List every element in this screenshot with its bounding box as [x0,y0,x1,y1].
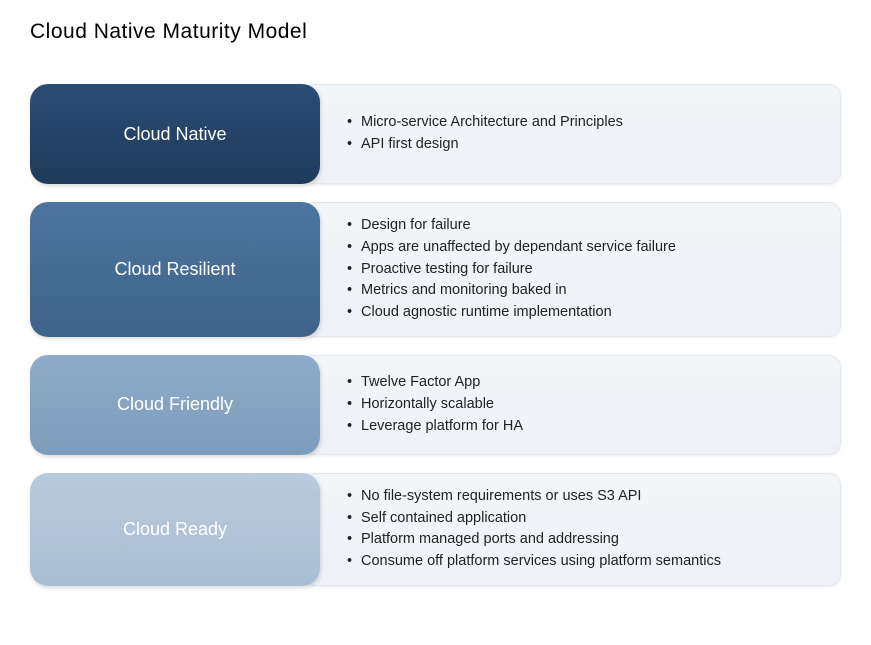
bullet-item: Metrics and monitoring baked in [347,280,676,302]
bullet-item: Leverage platform for HA [347,416,523,438]
bullet-item: Cloud agnostic runtime implementation [347,302,676,324]
level-description: No file-system requirements or uses S3 A… [302,473,841,586]
maturity-row: Cloud ResilientDesign for failureApps ar… [30,202,841,337]
level-label: Cloud Friendly [30,355,320,455]
maturity-row: Cloud Native Micro-service Architecture a… [30,84,841,184]
bullet-item: Design for failure [347,215,676,237]
bullet-item: Micro-service Architecture and Principle… [347,112,623,134]
level-description: Micro-service Architecture and Principle… [302,84,841,184]
bullet-item: Platform managed ports and addressing [347,529,721,551]
bullet-item: API first design [347,134,623,156]
level-description: Twelve Factor AppHorizontally scalableLe… [302,355,841,455]
bullet-item: Twelve Factor App [347,372,523,394]
bullet-item: Horizontally scalable [347,394,523,416]
maturity-row: Cloud Ready No file-system requirements o… [30,473,841,586]
level-description: Design for failureApps are unaffected by… [302,202,841,337]
bullet-item: Proactive testing for failure [347,259,676,281]
bullet-list: No file-system requirements or uses S3 A… [347,486,721,573]
level-label: Cloud Ready [30,473,320,586]
maturity-rows: Cloud Native Micro-service Architecture a… [30,84,841,586]
bullet-list: Twelve Factor AppHorizontally scalableLe… [347,372,523,437]
bullet-item: Consume off platform services using plat… [347,551,721,573]
bullet-item: Self contained application [347,508,721,530]
bullet-list: Micro-service Architecture and Principle… [347,112,623,156]
page-title: Cloud Native Maturity Model [30,20,841,44]
bullet-item: No file-system requirements or uses S3 A… [347,486,721,508]
bullet-item: Apps are unaffected by dependant service… [347,237,676,259]
level-label: Cloud Native [30,84,320,184]
bullet-list: Design for failureApps are unaffected by… [347,215,676,324]
level-label: Cloud Resilient [30,202,320,337]
maturity-row: Cloud Friendly Twelve Factor AppHorizonta… [30,355,841,455]
